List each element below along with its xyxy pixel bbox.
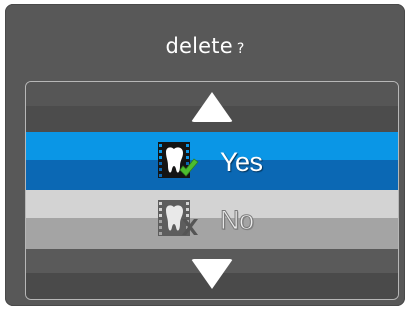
option-picker: Yes No [25, 81, 399, 300]
tooth-cross-icon [156, 200, 200, 240]
option-yes[interactable]: Yes [26, 132, 398, 190]
option-yes-label: Yes [220, 146, 263, 177]
delete-dialog: delete? Yes No [5, 4, 405, 306]
dialog-title: delete? [5, 34, 405, 58]
option-yes-content: Yes [156, 142, 263, 182]
scroll-down-button[interactable] [26, 249, 398, 299]
triangle-down-icon [191, 259, 233, 289]
triangle-up-icon [191, 92, 233, 122]
option-no-label: No [220, 204, 255, 235]
dialog-title-text: delete [165, 34, 233, 58]
option-no-content: No [156, 200, 255, 240]
scroll-up-button[interactable] [26, 82, 398, 132]
tooth-check-icon [156, 142, 200, 182]
dialog-title-question-mark: ? [236, 41, 245, 57]
option-no[interactable]: No [26, 190, 398, 249]
